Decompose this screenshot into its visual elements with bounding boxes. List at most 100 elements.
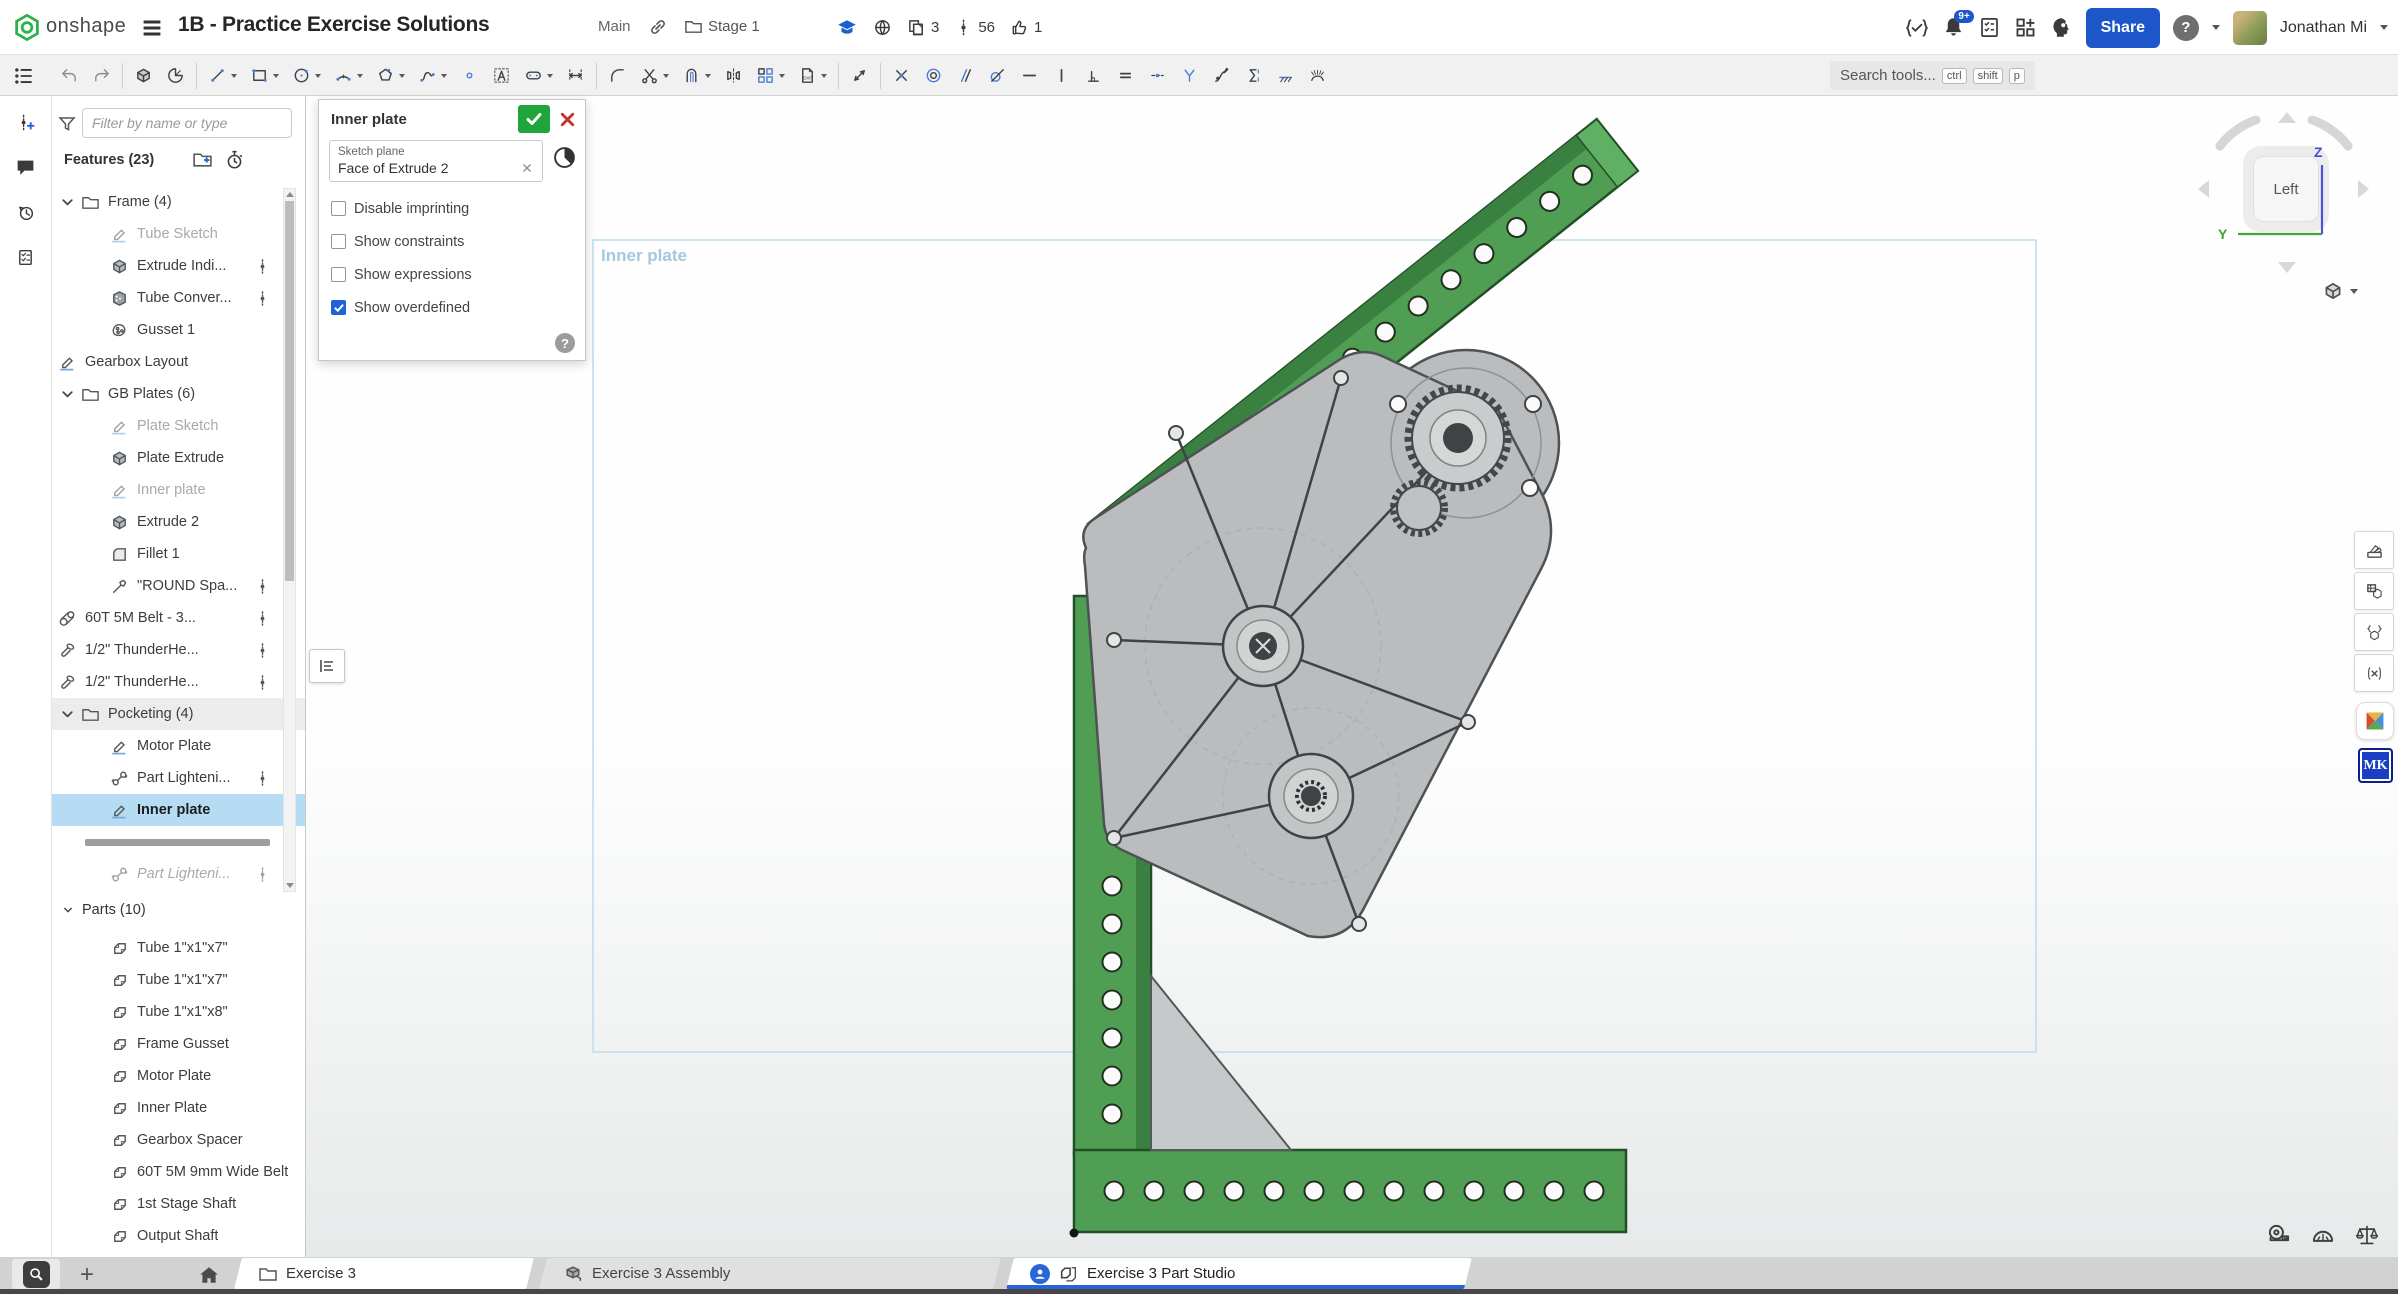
parts-header[interactable]: Parts (10) — [60, 902, 146, 918]
like-metric[interactable]: 1 — [1010, 18, 1042, 37]
perpendicular-constraint-icon[interactable] — [1082, 63, 1105, 88]
configured-features-icon[interactable] — [2354, 613, 2394, 651]
rectangle-tool-icon[interactable] — [248, 63, 281, 88]
part-list-item[interactable]: Motor Plate — [52, 1060, 306, 1092]
tree-item-row[interactable]: 1/2" ThunderHe... — [52, 666, 306, 698]
dropdown-caret-icon[interactable] — [399, 74, 405, 78]
polygon-tool-icon[interactable] — [374, 63, 407, 88]
feature-script-icon[interactable] — [1905, 17, 1929, 39]
part-gearbox-plate[interactable] — [1083, 350, 1559, 937]
extrude-icon[interactable] — [132, 63, 155, 88]
commit-check-button[interactable] — [518, 105, 550, 133]
config-dots-icon[interactable] — [253, 257, 272, 276]
line-tool-icon[interactable] — [206, 63, 239, 88]
mass-properties-icon[interactable] — [2350, 1218, 2384, 1252]
tree-item-row[interactable]: 1/2" ThunderHe... — [52, 634, 306, 666]
lower-hub[interactable] — [1269, 754, 1353, 838]
midpoint-constraint-icon[interactable] — [1146, 63, 1169, 88]
dialog-checkbox[interactable]: Show expressions — [331, 258, 573, 291]
tree-item-row[interactable]: Part Lighteni... — [52, 858, 306, 890]
checkbox-checked-icon[interactable] — [331, 300, 346, 315]
center-hub[interactable] — [1223, 606, 1303, 686]
breadcrumb-tab[interactable]: Exercise 3 — [238, 1258, 530, 1289]
add-version-icon[interactable] — [8, 104, 44, 140]
config-dots-icon[interactable] — [253, 289, 272, 308]
share-button[interactable]: Share — [2086, 8, 2160, 48]
version-indicator[interactable]: Stage 1 — [684, 17, 760, 36]
checkbox-icon[interactable] — [331, 234, 346, 249]
dialog-help-icon[interactable]: ? — [555, 333, 575, 353]
point-tool-icon[interactable] — [458, 63, 481, 88]
dialog-checkbox[interactable]: Show overdefined — [331, 291, 573, 324]
tree-folder-row[interactable]: GB Plates (6) — [52, 378, 306, 410]
dropdown-caret-icon[interactable] — [663, 74, 669, 78]
dropdown-caret-icon[interactable] — [315, 74, 321, 78]
vertical-constraint-icon[interactable] — [1050, 63, 1073, 88]
tree-item-row[interactable]: Extrude 2 — [52, 506, 306, 538]
scrollbar-thumb[interactable] — [285, 201, 294, 581]
tree-folder-row[interactable]: Pocketing (4) — [52, 698, 306, 730]
tree-item-row[interactable]: Inner plate — [52, 474, 306, 506]
versions-metric[interactable]: 56 — [954, 18, 995, 37]
equal-constraint-icon[interactable] — [1114, 63, 1137, 88]
tasks-list-icon[interactable] — [1978, 16, 2001, 39]
tree-item-row[interactable]: 60T 5M Belt - 3... — [52, 602, 306, 634]
coincident-constraint-icon[interactable] — [890, 63, 913, 88]
tree-folder-row[interactable]: Frame (4) — [52, 186, 306, 218]
config-dots-icon[interactable] — [253, 641, 272, 660]
tree-item-row[interactable]: Plate Extrude — [52, 442, 306, 474]
tree-item-row[interactable]: Tube Sketch — [52, 218, 306, 250]
scroll-down-icon[interactable] — [286, 883, 294, 888]
concentric-constraint-icon[interactable] — [922, 63, 945, 88]
new-tab-button[interactable]: + — [72, 1260, 102, 1290]
part-list-item[interactable]: Gearbox Spacer — [52, 1124, 306, 1156]
notifications-bell-icon[interactable]: 9+ — [1942, 16, 1965, 39]
part-list-item[interactable]: Inner Plate — [52, 1092, 306, 1124]
dialog-checkbox[interactable]: Show constraints — [331, 225, 573, 258]
view-options-button[interactable] — [2322, 280, 2358, 302]
tasks-icon[interactable] — [8, 239, 44, 275]
history-stopwatch-icon[interactable] — [224, 149, 245, 170]
dropdown-caret-icon[interactable] — [821, 74, 827, 78]
tree-item-row[interactable]: Extrude Indi... — [52, 250, 306, 282]
home-tab-icon[interactable] — [192, 1260, 226, 1290]
part-gusset[interactable] — [1151, 976, 1291, 1150]
config-dots-icon[interactable] — [253, 769, 272, 788]
model-view[interactable] — [306, 96, 2398, 1257]
fix-constraint-icon[interactable] — [1274, 63, 1297, 88]
tree-scrollbar[interactable] — [283, 188, 296, 892]
trim-tool-icon[interactable] — [638, 63, 671, 88]
part-list-item[interactable]: Output Shaft — [52, 1220, 306, 1252]
copies-metric[interactable]: 3 — [907, 18, 939, 37]
offset-tool-icon[interactable] — [680, 63, 713, 88]
text-tool-icon[interactable] — [490, 63, 513, 88]
apps-store-icon[interactable] — [2014, 16, 2037, 39]
tree-item-row[interactable]: Inner plate — [52, 794, 306, 826]
user-avatar[interactable] — [2233, 11, 2267, 45]
slot-tool-icon[interactable] — [522, 63, 555, 88]
tree-item-row[interactable]: "ROUND Spa... — [52, 570, 306, 602]
tape-measure-icon[interactable] — [2262, 1218, 2296, 1252]
collapsed-panel-handle[interactable] — [309, 649, 345, 683]
part-list-item[interactable]: 60T 5M 9mm Wide Belt — [52, 1156, 306, 1188]
filter-input[interactable] — [82, 108, 292, 138]
rollback-bar[interactable] — [52, 826, 306, 858]
pierce-constraint-icon[interactable] — [1210, 63, 1233, 88]
link-icon[interactable] — [648, 17, 668, 37]
tree-item-row[interactable]: Gusset 1 — [52, 314, 306, 346]
sync-constraint-icon[interactable] — [1242, 63, 1265, 88]
inspect-dimension-icon[interactable] — [848, 63, 871, 88]
horizontal-constraint-icon[interactable] — [1018, 63, 1041, 88]
user-menu-caret-icon[interactable] — [2380, 25, 2388, 30]
config-dots-icon[interactable] — [253, 673, 272, 692]
tree-item-row[interactable]: Gearbox Layout — [52, 346, 306, 378]
sketch-origin-point[interactable] — [1070, 1229, 1079, 1238]
checkbox-icon[interactable] — [331, 201, 346, 216]
part-base-tube[interactable] — [1070, 1150, 1627, 1238]
dropdown-caret-icon[interactable] — [779, 74, 785, 78]
search-tools-box[interactable]: Search tools... ctrl shift p — [1830, 61, 2035, 90]
clear-selection-icon[interactable] — [520, 161, 534, 175]
menu-icon[interactable] — [140, 16, 164, 40]
dialog-checkbox[interactable]: Disable imprinting — [331, 192, 573, 225]
globe-metric[interactable] — [873, 18, 892, 37]
